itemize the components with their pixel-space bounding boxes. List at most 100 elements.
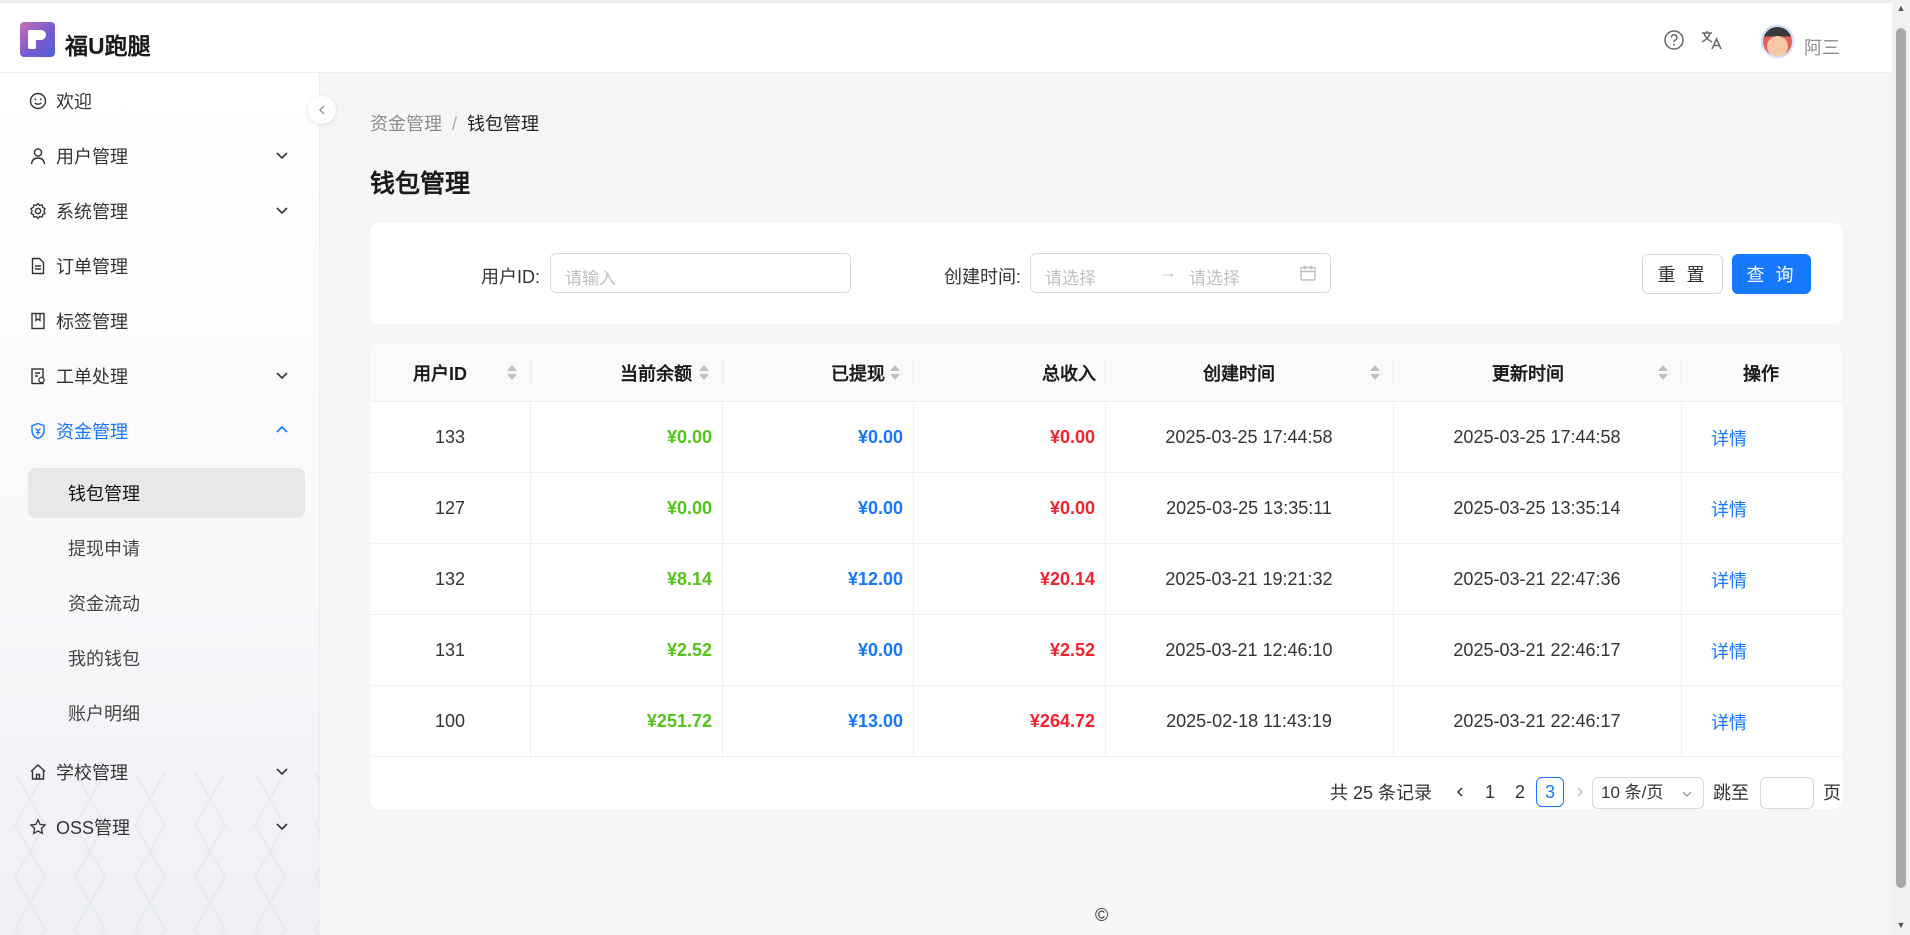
sidebar-item-fund-management[interactable]: 资金管理 (28, 408, 308, 454)
cell-balance: ¥0.00 (666, 427, 712, 447)
user-name[interactable]: 阿三 (1804, 34, 1840, 60)
sidebar-subitem-withdrawal-requests[interactable]: 提现申请 (28, 523, 305, 573)
column-header-actions: 操作 (1743, 364, 1779, 384)
sidebar-item-label: 资金管理 (56, 422, 128, 442)
details-link[interactable]: 详情 (1711, 402, 1791, 473)
sidebar-item-school-management[interactable]: 学校管理 (28, 749, 308, 795)
chevron-up-icon (272, 420, 292, 440)
cell-created-time: 2025-03-25 17:44:58 (1165, 427, 1333, 447)
column-header-total-income: 总收入 (1042, 364, 1096, 384)
breadcrumb: 资金管理 / 钱包管理 (370, 110, 539, 136)
sidebar-subitem-fund-flow[interactable]: 资金流动 (28, 578, 305, 628)
sidebar-background-pattern (0, 773, 320, 935)
cell-user-id: 133 (434, 427, 466, 447)
clipboard-icon (28, 366, 48, 386)
sidebar-item-ticket-processing[interactable]: 工单处理 (28, 353, 308, 399)
help-circle-icon[interactable] (1663, 29, 1685, 51)
sort-icon[interactable] (699, 365, 709, 381)
scroll-down-icon[interactable]: ▼ (1895, 920, 1907, 930)
cell-balance: ¥2.52 (666, 640, 712, 660)
smile-icon (28, 91, 48, 111)
reset-button[interactable]: 重 置 (1642, 254, 1723, 294)
pagination-next-button[interactable] (1566, 777, 1594, 807)
column-header-user-id[interactable]: 用户ID (413, 344, 467, 402)
sidebar-item-label: 系统管理 (56, 202, 128, 222)
sidebar-item-order-management[interactable]: 订单管理 (28, 243, 308, 289)
chevron-left-icon (1456, 787, 1463, 797)
cell-user-id: 132 (434, 569, 466, 589)
sort-icon[interactable] (890, 365, 900, 381)
sidebar-item-user-management[interactable]: 用户管理 (28, 133, 308, 179)
cell-withdrawn: ¥0.00 (857, 427, 903, 447)
scroll-thumb[interactable] (1896, 28, 1906, 888)
header-divider (1105, 360, 1106, 386)
header-divider (1393, 360, 1394, 386)
pagination-prev-button[interactable] (1446, 777, 1474, 807)
column-header-updated-time[interactable]: 更新时间 (1492, 344, 1564, 402)
sidebar-item-system-management[interactable]: 系统管理 (28, 188, 308, 234)
column-header-balance[interactable]: 当前余额 (620, 344, 692, 402)
sidebar-item-tag-management[interactable]: 标签管理 (28, 298, 308, 344)
sidebar-item-label: 学校管理 (56, 763, 128, 783)
avatar-ring (1761, 25, 1794, 58)
file-icon (28, 256, 48, 276)
sidebar-item-label: 标签管理 (56, 312, 128, 332)
sidebar-item-label: 用户管理 (56, 147, 128, 167)
column-header-withdrawn[interactable]: 已提现 (831, 344, 885, 402)
column-header-created-time[interactable]: 创建时间 (1203, 344, 1275, 402)
page-suffix-label: 页 (1823, 783, 1841, 803)
sidebar-subitem-account-details[interactable]: 账户明细 (28, 688, 305, 738)
scroll-up-icon[interactable]: ▲ (1895, 3, 1907, 13)
query-button[interactable]: 查 询 (1732, 254, 1811, 294)
pagination-page-2[interactable]: 2 (1506, 777, 1534, 807)
jump-to-page-input[interactable] (1760, 777, 1814, 809)
cell-created-time: 2025-03-21 12:46:10 (1165, 640, 1333, 660)
details-link[interactable]: 详情 (1711, 544, 1791, 615)
arrow-right-icon: → (1159, 262, 1177, 282)
page-size-value: 10 条/页 (1601, 783, 1664, 802)
pagination-page-1[interactable]: 1 (1476, 777, 1504, 807)
breadcrumb-current: 钱包管理 (467, 114, 540, 134)
wallet-table: 用户ID 当前余额 已提现 总收入 创建时间 更新时间 操作 133 ¥0.00… (370, 344, 1842, 809)
pagination-page-3[interactable]: 3 (1536, 777, 1564, 807)
details-link[interactable]: 详情 (1711, 615, 1791, 686)
created-time-range-picker[interactable]: 请选择 → 请选择 (1030, 253, 1331, 293)
cell-income: ¥264.72 (1029, 711, 1095, 731)
cell-income: ¥20.14 (1039, 569, 1095, 589)
table-row: 127 ¥0.00 ¥0.00 ¥0.00 2025-03-25 13:35:1… (370, 473, 1842, 544)
sort-icon[interactable] (507, 365, 517, 381)
cell-withdrawn: ¥0.00 (857, 640, 903, 660)
book-icon (28, 311, 48, 331)
jump-to-label: 跳至 (1713, 783, 1749, 803)
sort-icon[interactable] (1370, 365, 1380, 381)
cell-created-time: 2025-02-18 11:43:19 (1166, 711, 1332, 731)
table-row: 131 ¥2.52 ¥0.00 ¥2.52 2025-03-21 12:46:1… (370, 615, 1842, 686)
cell-created-time: 2025-03-25 13:35:11 (1166, 498, 1332, 518)
footer-copyright: © (1095, 905, 1109, 925)
details-link[interactable]: 详情 (1711, 473, 1791, 544)
cell-withdrawn: ¥13.00 (847, 711, 903, 731)
page-size-select[interactable]: 10 条/页 (1592, 777, 1704, 809)
cell-updated-time: 2025-03-25 13:35:14 (1453, 498, 1621, 518)
details-link[interactable]: 详情 (1711, 686, 1791, 757)
end-date-input[interactable]: 请选择 (1189, 264, 1240, 289)
user-id-input[interactable]: 请输入 (550, 253, 851, 293)
translate-icon[interactable] (1700, 29, 1722, 51)
breadcrumb-separator: / (452, 114, 458, 134)
sidebar-subitem-wallet-management[interactable]: 钱包管理 (28, 468, 305, 518)
home-icon (28, 762, 48, 782)
table-row: 133 ¥0.00 ¥0.00 ¥0.00 2025-03-25 17:44:5… (370, 402, 1842, 473)
created-time-label: 创建时间: (944, 267, 1022, 287)
collapse-sidebar-button[interactable] (308, 96, 336, 124)
user-id-label: 用户ID: (481, 267, 541, 287)
app-logo-icon (20, 22, 55, 57)
user-id-placeholder: 请输入 (565, 269, 616, 288)
breadcrumb-parent[interactable]: 资金管理 (370, 114, 442, 134)
start-date-input[interactable]: 请选择 (1045, 264, 1096, 289)
sidebar-subitem-my-wallet[interactable]: 我的钱包 (28, 633, 305, 683)
sidebar-item-label: 工单处理 (56, 367, 128, 387)
sidebar-item-welcome[interactable]: 欢迎 (28, 78, 308, 124)
sidebar-item-oss-management[interactable]: OSS管理 (28, 804, 308, 850)
sort-icon[interactable] (1658, 365, 1668, 381)
cell-updated-time: 2025-03-25 17:44:58 (1453, 427, 1621, 447)
